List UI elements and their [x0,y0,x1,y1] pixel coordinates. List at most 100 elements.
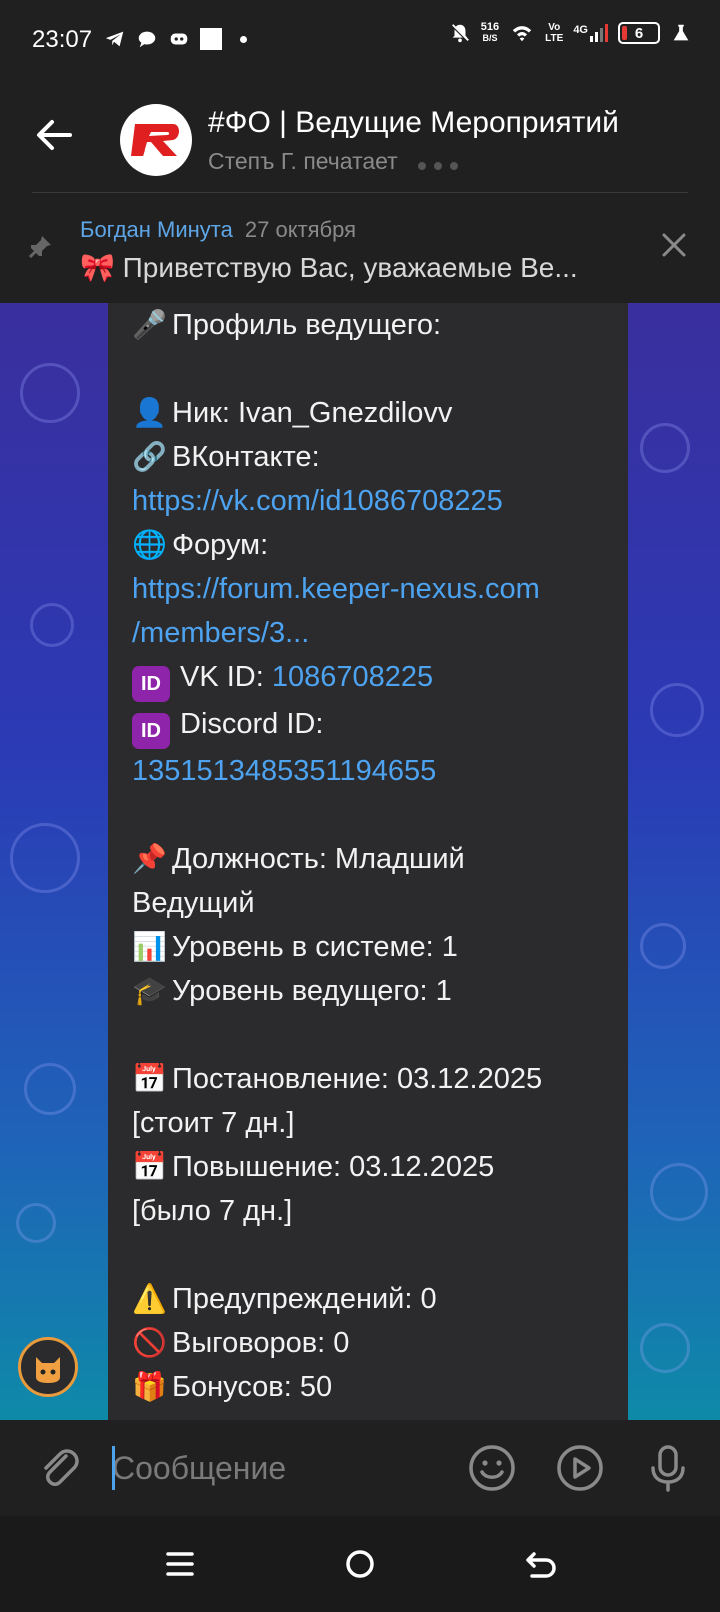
cat-avatar-icon [36,1357,60,1383]
bar-chart-emoji-icon: 📊 [132,931,167,962]
position-text: Должность: Младший [172,843,465,875]
bell-off-icon [450,23,470,43]
msg-line-discord: ID Discord ID: [132,702,604,749]
forum-link-cont[interactable]: /members/3... [132,611,604,655]
chat-title[interactable]: #ФО | Ведущие Мероприятий [208,106,619,140]
microphone-emoji-icon: 🎤 [132,309,167,340]
signal-icon: 4G [573,24,608,42]
warning-emoji-icon: ⚠️ [132,1283,167,1314]
arrow-left-icon[interactable] [30,110,80,160]
msg-line-vkid: ID VK ID: 1086708225 [132,655,604,702]
message-text: 🎤 Профиль ведущего: 👤 Ник: Ivan_Gnezdilovv… [132,303,604,1409]
discord-id-label: Discord ID: [180,708,324,740]
notification-icons [104,28,247,50]
msg-line-forum: 🌐 Форум: [132,523,604,567]
bow-emoji-icon: 🎀 [80,252,115,283]
appointment-text: Постановление: 03.12.2025 [172,1063,543,1095]
sender-avatar[interactable] [18,1337,78,1397]
no-entry-emoji-icon: 🚫 [132,1327,167,1358]
home-icon[interactable] [338,1542,382,1586]
chat-subtitle: Степъ Г. печатает [208,148,466,176]
globe-emoji-icon: 🌐 [132,529,167,560]
forum-link[interactable]: https://forum.keeper-nexus.com [132,567,604,611]
promotion-text: Повышение: 03.12.2025 [172,1151,495,1183]
msg-line-profile: 🎤 Профиль ведущего: [132,303,604,347]
menu-icon[interactable] [158,1542,202,1586]
graduation-cap-emoji-icon: 🎓 [132,975,167,1006]
msg-line-nick: 👤 Ник: Ivan_Gnezdilovv [132,391,604,435]
vk-id-label: VK ID: [180,661,272,693]
calendar-emoji-icon: 📅 [132,1063,167,1094]
net-speed-value: 516 [480,21,500,33]
pinned-author-line: Богдан Минута 27 октября [80,217,356,243]
network-type: 4G [573,24,588,36]
vk-id-link[interactable]: 1086708225 [272,661,433,693]
wifi-icon [512,26,532,42]
status-time: 23:07 [32,26,93,53]
net-speed: 516 B/S [481,22,499,44]
message-bubble[interactable]: 🎤 Профиль ведущего: 👤 Ник: Ivan_Gnezdilovv… [108,303,628,1420]
pinned-author: Богдан Минута [80,217,233,242]
msg-line-system-level: 📊 Уровень в системе: 1 [132,925,604,969]
profile-title: Профиль ведущего: [172,309,442,341]
calendar-emoji-icon: 📅 [132,1151,167,1182]
smile-icon[interactable] [466,1442,518,1494]
position-text-cont: Ведущий [132,887,255,919]
mic-icon[interactable] [642,1442,694,1494]
forum-label: Форум: [172,529,269,561]
system-level-text: Уровень в системе: 1 [172,931,458,963]
gift-emoji-icon: 🎁 [132,1371,167,1402]
typing-dots-icon [418,149,466,176]
volte-bottom: LTE [545,33,564,44]
pinned-text: Приветствую Вас, уважаемые Ве... [122,252,578,283]
link-emoji-icon: 🔗 [132,441,167,472]
message-input-bar [0,1420,720,1516]
volte-indicator: Vo LTE [545,22,563,44]
chat-bubble-icon [138,31,156,48]
message-input[interactable] [112,1440,442,1496]
battery-level: 6 [634,24,644,42]
appointment-duration: [стоит 7 дн.] [132,1107,295,1139]
nick-text: Ник: Ivan_Gnezdilovv [172,397,453,429]
paperclip-icon[interactable] [34,1442,84,1492]
person-emoji-icon: 👤 [132,397,167,428]
pushpin-emoji-icon: 📌 [132,843,167,874]
typing-status: Степъ Г. печатает [208,148,398,174]
msg-line-reprimands: 🚫 Выговоров: 0 [132,1321,604,1365]
system-nav-bar [0,1516,720,1612]
vk-link[interactable]: https://vk.com/id1086708225 [132,479,604,523]
close-icon[interactable] [658,229,690,261]
pinned-date: 27 октября [244,217,357,242]
net-speed-unit: B/S [482,33,498,43]
id-badge-icon: ID [132,713,170,749]
play-circle-icon[interactable] [554,1442,606,1494]
msg-line-host-level: 🎓 Уровень ведущего: 1 [132,969,604,1013]
square-icon [200,28,222,50]
discord-id-link[interactable]: 1351513485351194655 [132,749,604,793]
msg-line-warnings: ⚠️ Предупреждений: 0 [132,1277,604,1321]
dot-icon [240,35,247,43]
vk-label: ВКонтакте: [172,441,320,473]
msg-line-appointment: 📅 Постановление: 03.12.2025 [132,1057,604,1101]
reprimands-text: Выговоров: 0 [172,1327,350,1359]
volte-top: Vo [548,22,561,33]
status-right: 516 B/S Vo LTE 4G 6 [449,22,692,44]
chat-header: #ФО | Ведущие Мероприятий Степъ Г. печат… [0,80,720,192]
msg-line-bonuses: 🎁 Бонусов: 50 [132,1365,604,1409]
back-nav-icon[interactable] [518,1542,562,1586]
text-caret [112,1446,115,1490]
warnings-text: Предупреждений: 0 [172,1283,437,1315]
id-badge-icon: ID [132,666,170,702]
status-bar: 23:07 516 B/S Vo LTE 4G 6 [0,0,720,80]
discord-icon [170,33,188,45]
telegram-icon [105,31,124,47]
pinned-text-line: 🎀 Приветствую Вас, уважаемые Ве... [80,251,620,284]
pinned-message[interactable]: Богдан Минута 27 октября 🎀 Приветствую Ва… [0,193,720,303]
chat-background: 🎤 Профиль ведущего: 👤 Ник: Ivan_Gnezdilovv… [0,303,720,1420]
battery-icon: 6 [618,22,660,44]
chat-avatar[interactable] [120,104,192,176]
logo-icon [131,124,179,156]
host-level-text: Уровень ведущего: 1 [172,975,452,1007]
msg-line-vk: 🔗 ВКонтакте: [132,435,604,479]
pin-icon [28,236,51,259]
